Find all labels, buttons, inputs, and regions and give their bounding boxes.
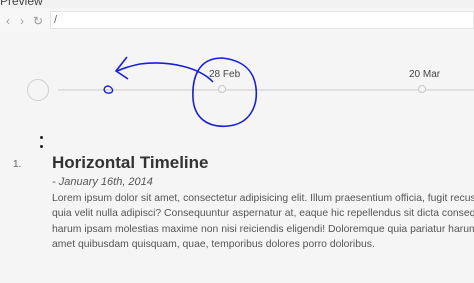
annotation-arrow (116, 62, 214, 83)
hand-drawn-annotation (103, 56, 258, 127)
annotation-scribble (103, 85, 114, 94)
annotation-circle (192, 57, 258, 127)
